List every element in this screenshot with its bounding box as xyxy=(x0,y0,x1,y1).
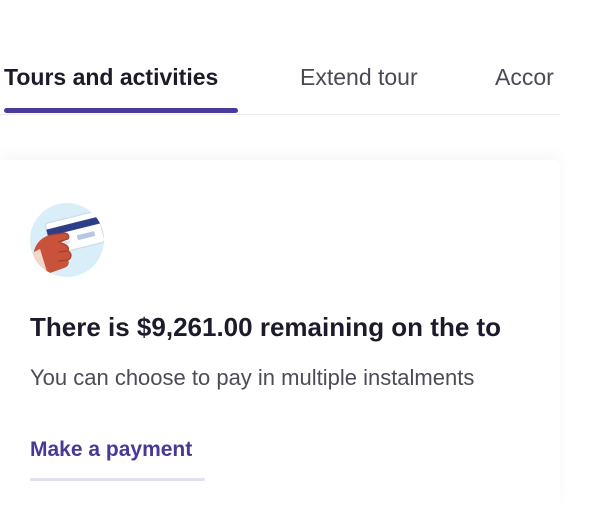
tab-bar: Tours and activities Extend tour Accor xyxy=(0,0,560,116)
remaining-balance-heading: There is $9,261.00 remaining on the to xyxy=(30,312,502,342)
instalments-description: You can choose to pay in multiple instal… xyxy=(30,365,475,390)
page: Tours and activities Extend tour Accor T… xyxy=(0,0,600,510)
tab-accommodation[interactable]: Accor xyxy=(495,62,554,92)
make-a-payment-underline xyxy=(30,478,205,481)
tab-extend-tour[interactable]: Extend tour xyxy=(300,62,418,92)
make-a-payment-link[interactable]: Make a payment xyxy=(30,436,192,464)
tab-bar-divider xyxy=(0,114,560,115)
payment-card: There is $9,261.00 remaining on the to Y… xyxy=(0,160,560,510)
tab-tours-and-activities[interactable]: Tours and activities xyxy=(4,62,218,92)
credit-card-in-hand-icon xyxy=(30,203,104,277)
active-tab-indicator xyxy=(4,108,238,113)
